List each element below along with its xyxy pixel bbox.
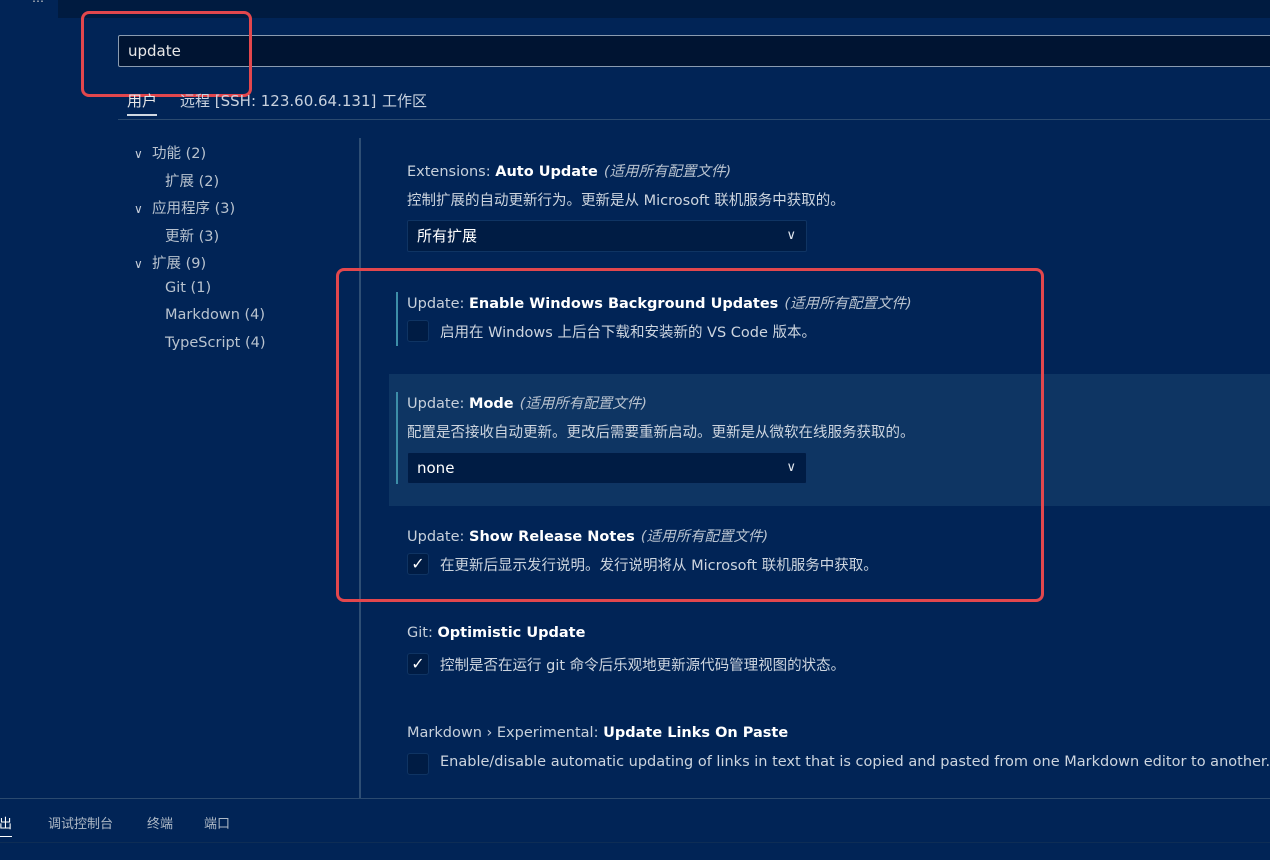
setting-description: 控制是否在运行 git 命令后乐观地更新源代码管理视图的状态。: [440, 658, 846, 674]
chevron-down-icon: ∨: [134, 257, 143, 271]
setting-name: Mode: [469, 396, 514, 412]
setting-show-release-notes: Update: Show Release Notes (适用所有配置文件) ✓ 在…: [389, 523, 1270, 583]
setting-scope-note[interactable]: (适用所有配置文件): [604, 164, 731, 180]
toc-item-features[interactable]: ∨ 功能 (2): [134, 142, 206, 163]
chevron-down-icon: ∨: [134, 202, 143, 216]
setting-markdown-update-links-on-paste: Markdown › Experimental: Update Links On…: [389, 723, 1270, 783]
toc-label: 应用程序 (3): [152, 201, 236, 217]
check-icon: ✓: [411, 654, 425, 673]
toc-label: 扩展 (9): [152, 256, 207, 272]
toc-item-features-extensions[interactable]: 扩展 (2): [165, 170, 219, 191]
setting-description: 控制扩展的自动更新行为。更新是从 Microsoft 联机服务中获取的。: [407, 193, 845, 209]
setting-description: Enable/disable automatic updating of lin…: [440, 754, 1270, 770]
setting-scope-note[interactable]: (适用所有配置文件): [784, 296, 911, 312]
background-updates-checkbox[interactable]: [407, 320, 429, 342]
setting-scope-note[interactable]: (适用所有配置文件): [641, 529, 768, 545]
setting-category: Extensions:: [407, 164, 496, 180]
setting-title: Update: Mode (适用所有配置文件): [407, 392, 647, 413]
toc-item-typescript[interactable]: TypeScript (4): [165, 335, 266, 351]
setting-name: Enable Windows Background Updates: [469, 296, 779, 312]
tab-remote[interactable]: 远程 [SSH: 123.60.64.131]: [180, 90, 376, 116]
setting-title: Update: Enable Windows Background Update…: [407, 292, 912, 313]
bottom-panel: 输出 调试控制台 终端 端口: [0, 799, 1270, 860]
panel-separator: [0, 842, 1270, 843]
setting-description: 启用在 Windows 上后台下载和安装新的 VS Code 版本。: [440, 325, 817, 341]
toc-item-update[interactable]: 更新 (3): [165, 225, 219, 246]
dropdown-value: 所有扩展: [417, 227, 478, 245]
chevron-down-icon: ∨: [134, 147, 143, 161]
setting-description: 在更新后显示发行说明。发行说明将从 Microsoft 联机服务中获取。: [440, 558, 878, 574]
setting-category: Git:: [407, 625, 438, 641]
optimistic-update-checkbox[interactable]: ✓: [407, 653, 429, 675]
release-notes-checkbox[interactable]: ✓: [407, 553, 429, 575]
setting-category: Markdown › Experimental:: [407, 725, 604, 741]
activity-strip: [0, 0, 58, 798]
update-mode-dropdown[interactable]: none ∨: [407, 452, 807, 484]
tab-user[interactable]: 用户: [127, 90, 158, 116]
setting-update-mode: Update: Mode (适用所有配置文件) 配置是否接收自动更新。更改后需要重…: [389, 390, 1270, 490]
panel-tab-ports[interactable]: 端口: [204, 813, 230, 832]
settings-editor: ⋯ 用户 远程 [SSH: 123.60.64.131] 工作区 ∨ 功能 (2)…: [0, 0, 1270, 860]
toc-divider: [359, 138, 361, 798]
panel-tab-terminal[interactable]: 终端: [147, 813, 173, 832]
setting-name: Optimistic Update: [437, 625, 586, 641]
editor-tab-bar: [58, 0, 1270, 18]
setting-focus-indicator: [396, 292, 398, 346]
setting-description: 配置是否接收自动更新。更改后需要重新启动。更新是从微软在线服务获取的。: [407, 425, 915, 441]
setting-extensions-auto-update: Extensions: Auto Update (适用所有配置文件) 控制扩展的自…: [389, 158, 1270, 258]
auto-update-dropdown[interactable]: 所有扩展 ∨: [407, 220, 807, 252]
setting-name: Show Release Notes: [469, 529, 635, 545]
setting-category: Update:: [407, 529, 470, 545]
scope-tabs: 用户 远程 [SSH: 123.60.64.131] 工作区: [118, 86, 1270, 120]
setting-category: Update:: [407, 396, 470, 412]
setting-git-optimistic-update: Git: Optimistic Update ✓ 控制是否在运行 git 命令后…: [389, 623, 1270, 683]
setting-scope-note[interactable]: (适用所有配置文件): [520, 396, 647, 412]
setting-category: Update:: [407, 296, 470, 312]
setting-title: Markdown › Experimental: Update Links On…: [407, 725, 788, 741]
toc-item-extensions[interactable]: ∨ 扩展 (9): [134, 252, 206, 273]
setting-name: Auto Update: [495, 164, 598, 180]
setting-title: Extensions: Auto Update (适用所有配置文件): [407, 160, 731, 181]
tab-workspace[interactable]: 工作区: [382, 90, 427, 116]
setting-title: Git: Optimistic Update: [407, 625, 585, 641]
setting-name: Update Links On Paste: [603, 725, 789, 741]
panel-tab-debug-console[interactable]: 调试控制台: [48, 813, 113, 832]
toc-label: 功能 (2): [152, 146, 207, 162]
setting-enable-windows-background-updates: Update: Enable Windows Background Update…: [389, 290, 1270, 350]
chevron-down-icon: ∨: [786, 460, 796, 475]
panel-tab-output[interactable]: 输出: [0, 813, 13, 837]
toc-item-application[interactable]: ∨ 应用程序 (3): [134, 197, 235, 218]
setting-focus-indicator: [396, 392, 398, 484]
chevron-down-icon: ∨: [786, 228, 796, 243]
setting-title: Update: Show Release Notes (适用所有配置文件): [407, 525, 768, 546]
check-icon: ✓: [411, 554, 425, 573]
dropdown-value: none: [417, 459, 455, 477]
toc-item-markdown[interactable]: Markdown (4): [165, 307, 265, 323]
settings-search-input[interactable]: [118, 35, 1270, 67]
update-links-checkbox[interactable]: [407, 753, 429, 775]
menu-corner-icon: ⋯: [32, 0, 44, 8]
toc-item-git[interactable]: Git (1): [165, 280, 211, 296]
